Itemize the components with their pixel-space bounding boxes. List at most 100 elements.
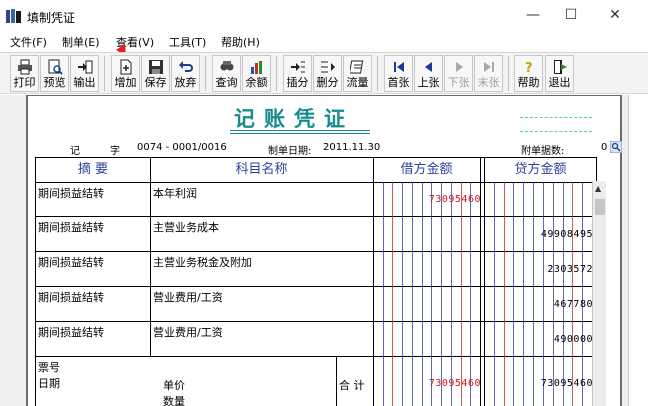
title-bar: 填制凭证 — ☐ ✕ [0, 0, 648, 31]
row-account[interactable]: 主营业务成本 [153, 219, 219, 235]
prev-page-icon [421, 58, 437, 76]
voucher-number[interactable]: 0074 - 0001/0016 [137, 142, 227, 153]
window-title: 填制凭证 [27, 11, 76, 25]
toolbar-separator [205, 56, 206, 91]
row-credit[interactable]: 490000 [486, 334, 593, 345]
first-voucher-button[interactable]: 首张 [384, 55, 413, 92]
help-button[interactable]: ? 帮助 [514, 55, 543, 92]
add-icon [118, 58, 134, 76]
outer-scrollbar[interactable] [628, 95, 648, 406]
maximize-button[interactable]: ☐ [556, 6, 586, 24]
row-account[interactable]: 营业费用/工资 [153, 324, 223, 340]
cashflow-icon [349, 58, 366, 76]
cashflow-button[interactable]: 流量 [343, 55, 372, 92]
dashed-rule [520, 117, 592, 118]
printer-icon [17, 58, 33, 76]
total-debit: 73095460 [428, 378, 481, 389]
balance-icon [249, 58, 265, 76]
row-credit[interactable]: 467780 [486, 299, 593, 310]
row-credit[interactable]: 49908495 [486, 229, 593, 240]
export-icon [77, 58, 93, 76]
minimize-button[interactable]: — [518, 6, 548, 24]
digit-divider [460, 182, 462, 406]
row-debit[interactable]: 73095460 [376, 194, 481, 205]
menu-help[interactable]: 帮助(H) [221, 34, 260, 50]
row-summary[interactable]: 期间损益结转 [38, 219, 104, 235]
row-rule [36, 286, 592, 287]
row-summary[interactable]: 期间损益结转 [38, 185, 104, 201]
column-rule [150, 158, 151, 356]
row-summary[interactable]: 期间损益结转 [38, 289, 104, 305]
prev-voucher-button[interactable]: 上张 [414, 55, 443, 92]
dashed-rule [520, 131, 592, 132]
digit-divider [523, 182, 525, 406]
menu-voucher[interactable]: 制单(E) [62, 34, 100, 50]
digit-divider [392, 182, 394, 406]
quantity-label: 数量 [163, 395, 185, 406]
voucher-title: 记账凭证 [234, 106, 354, 131]
attachments-count[interactable]: 0 [601, 142, 607, 153]
menu-bar: 文件(F) 制单(E) 查看(V) 工具(T) 帮助(H) [0, 31, 648, 51]
row-account[interactable]: 本年利润 [153, 185, 197, 201]
close-button[interactable]: ✕ [600, 6, 630, 24]
ticket-number-label: 票号 [38, 361, 60, 374]
row-summary[interactable]: 期间损益结转 [38, 254, 104, 270]
insert-row-icon [290, 58, 306, 76]
row-account[interactable]: 营业费用/工资 [153, 289, 223, 305]
voucher-type: 记 [70, 146, 80, 157]
row-credit[interactable]: 2303572 [486, 264, 593, 275]
voucher-table: 摘 要 科目名称 借方金额 贷方金额 期间损益结转 本年利润 73095460 … [35, 157, 598, 406]
digit-divider [421, 182, 423, 406]
last-voucher-button[interactable]: 末张 [474, 55, 503, 92]
voucher-date-label: 制单日期: [268, 146, 312, 157]
query-button[interactable]: 查询 [212, 55, 241, 92]
app-icon [6, 9, 21, 23]
header-summary: 摘 要 [77, 162, 109, 177]
menu-file[interactable]: 文件(F) [10, 34, 47, 50]
help-icon: ? [521, 58, 537, 76]
row-summary[interactable]: 期间损益结转 [38, 324, 104, 340]
preview-icon [47, 58, 63, 76]
scroll-thumb[interactable] [595, 199, 605, 215]
delete-entry-button[interactable]: 删分 [313, 55, 342, 92]
digit-divider [493, 182, 495, 406]
digit-divider [513, 182, 515, 406]
digit-divider [542, 182, 544, 406]
row-rule [36, 321, 592, 322]
header-debit: 借方金额 [400, 162, 453, 177]
next-voucher-button[interactable]: 下张 [444, 55, 473, 92]
insert-entry-button[interactable]: 插分 [283, 55, 312, 92]
unit-price-label: 单价 [163, 379, 185, 392]
exit-button[interactable]: 退出 [545, 55, 574, 92]
voucher-date[interactable]: 2011.11.30 [323, 142, 380, 153]
balance-button[interactable]: 余额 [242, 55, 271, 92]
row-rule [36, 251, 592, 252]
save-button[interactable]: 保存 [141, 55, 170, 92]
header-account: 科目名称 [235, 162, 288, 177]
discard-button[interactable]: 放弃 [171, 55, 200, 92]
digit-divider [382, 182, 384, 406]
toolbar-separator [508, 56, 509, 91]
table-scrollbar[interactable]: ▲ [592, 181, 606, 406]
print-button[interactable]: 打印 [10, 55, 39, 92]
row-account[interactable]: 主营业务税金及附加 [153, 254, 252, 270]
save-icon [148, 58, 164, 76]
preview-button[interactable]: 预览 [40, 55, 69, 92]
digit-divider [503, 182, 505, 406]
column-rule [336, 356, 337, 406]
digit-divider [470, 182, 472, 406]
zoom-icon[interactable] [610, 141, 622, 153]
menu-tools[interactable]: 工具(T) [169, 34, 206, 50]
attachments-label: 附单据数: [521, 146, 565, 157]
export-button[interactable]: 输出 [70, 55, 99, 92]
digit-divider [533, 182, 535, 406]
digit-divider [431, 182, 433, 406]
row-rule [36, 216, 592, 217]
first-page-icon [391, 58, 407, 76]
voucher-type-suffix: 字 [110, 146, 120, 157]
add-button[interactable]: 增加 [111, 55, 140, 92]
digit-divider [562, 182, 564, 406]
scroll-up-icon[interactable]: ▲ [595, 184, 601, 193]
last-page-icon [481, 58, 497, 76]
row-rule [36, 356, 592, 357]
